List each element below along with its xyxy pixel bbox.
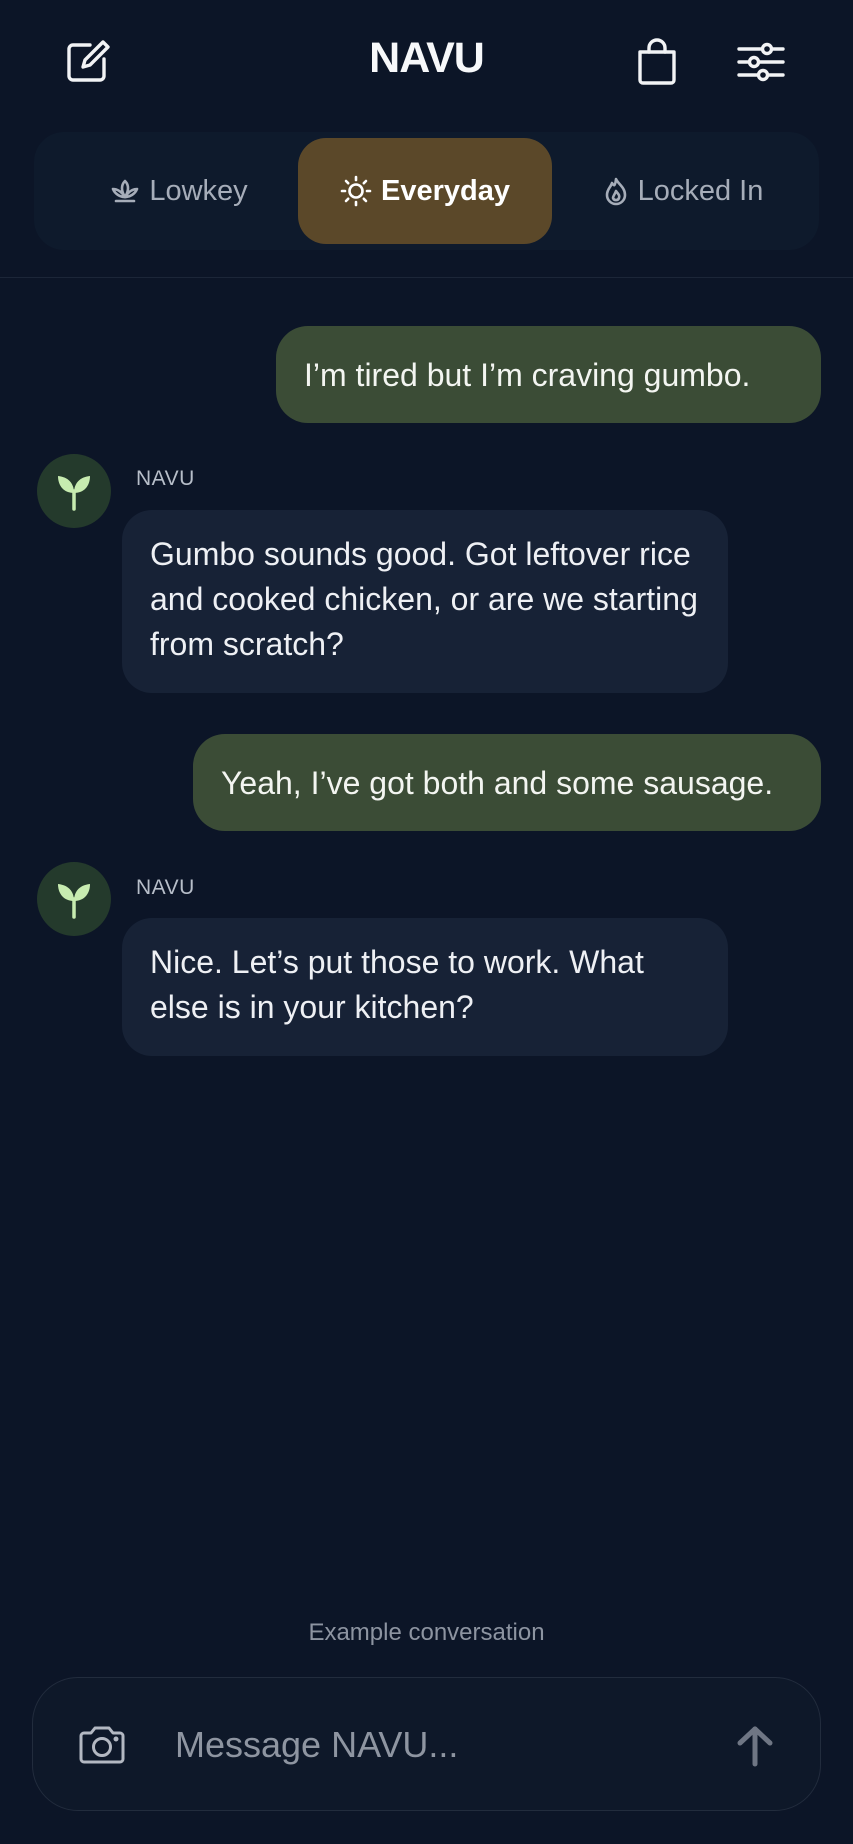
- lotus-icon: [112, 179, 139, 203]
- message-text: Yeah, I’ve got both and some sausage.: [221, 764, 774, 801]
- app-title: NAVU: [369, 34, 485, 82]
- sprout-icon: [58, 476, 90, 511]
- message-text: Nice. Let’s put those to work. What else…: [150, 944, 644, 1025]
- shopping-bag-icon: [638, 38, 676, 85]
- sender-name: NAVU: [136, 876, 195, 899]
- mode-tab-label: Everyday: [381, 174, 510, 207]
- shopping-bag-button[interactable]: [625, 30, 689, 94]
- mode-tab-label: Lowkey: [149, 174, 248, 207]
- chat-screen: NAVU Lowkey Everyday Locked In I’m tired…: [0, 0, 853, 1844]
- assistant-message: Nice. Let’s put those to work. What else…: [122, 918, 728, 1056]
- message-input[interactable]: [175, 1708, 705, 1782]
- camera-icon: [79, 1726, 125, 1764]
- top-bar: NAVU: [0, 0, 853, 125]
- mode-tab-label: Locked In: [637, 174, 764, 207]
- user-message: I’m tired but I’m craving gumbo.: [276, 326, 821, 423]
- sun-icon: [340, 175, 372, 207]
- message-text: I’m tired but I’m craving gumbo.: [304, 356, 751, 393]
- mode-tab-locked-in[interactable]: Locked In: [568, 138, 798, 244]
- send-button[interactable]: [727, 1718, 783, 1774]
- mode-tab-lowkey[interactable]: Lowkey: [74, 138, 284, 244]
- mode-selector: Lowkey Everyday Locked In: [34, 132, 819, 250]
- header-divider: [0, 277, 853, 278]
- settings-button[interactable]: [729, 30, 793, 94]
- user-message: Yeah, I’ve got both and some sausage.: [193, 734, 821, 831]
- assistant-avatar: [37, 862, 111, 936]
- sliders-icon: [737, 42, 785, 82]
- flame-icon: [605, 177, 626, 206]
- sender-name: NAVU: [136, 467, 195, 490]
- assistant-message: Gumbo sounds good. Got leftover rice and…: [122, 510, 728, 693]
- assistant-avatar: [37, 454, 111, 528]
- camera-button[interactable]: [73, 1718, 131, 1772]
- arrow-up-icon: [737, 1726, 773, 1767]
- message-text: Gumbo sounds good. Got leftover rice and…: [150, 536, 698, 662]
- message-composer: [32, 1677, 821, 1811]
- sprout-icon: [58, 884, 90, 919]
- mode-tab-everyday[interactable]: Everyday: [298, 138, 552, 244]
- example-caption: Example conversation: [308, 1619, 545, 1646]
